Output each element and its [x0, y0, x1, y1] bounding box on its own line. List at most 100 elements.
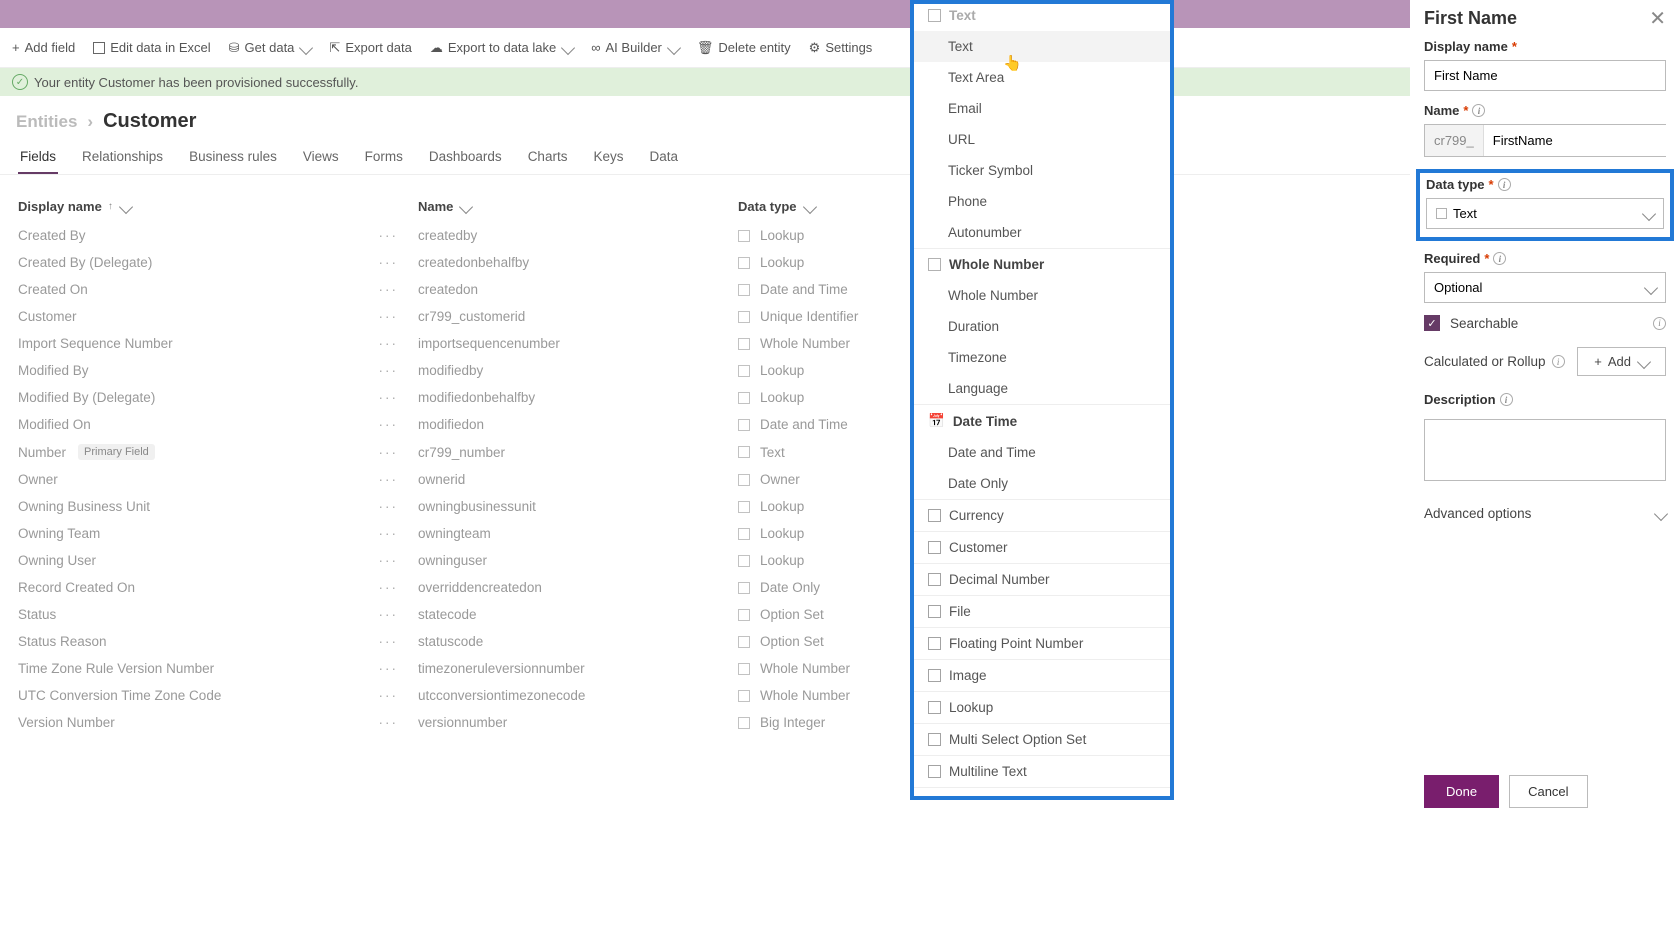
display-name-input[interactable]: [1424, 60, 1666, 91]
type-icon: [738, 663, 750, 675]
type-icon: [738, 528, 750, 540]
row-menu-icon[interactable]: ···: [379, 472, 399, 487]
settings-button[interactable]: ⚙Settings: [809, 40, 873, 56]
ai-builder-button[interactable]: ∞AI Builder: [591, 40, 679, 55]
type-icon: [738, 636, 750, 648]
tab-keys[interactable]: Keys: [591, 141, 625, 174]
dropdown-option-text-area[interactable]: Text Area: [914, 62, 1170, 93]
row-menu-icon[interactable]: ···: [379, 526, 399, 541]
tab-forms[interactable]: Forms: [363, 141, 405, 174]
export-lake-button[interactable]: ☁Export to data lake: [430, 40, 573, 56]
dropdown-option-whole-number[interactable]: Whole Number: [914, 280, 1170, 311]
row-menu-icon[interactable]: ···: [379, 228, 399, 243]
tab-data[interactable]: Data: [647, 141, 680, 174]
row-menu-icon[interactable]: ···: [379, 607, 399, 622]
row-menu-icon[interactable]: ···: [379, 309, 399, 324]
dropdown-option-decimal-number[interactable]: Decimal Number: [914, 563, 1170, 595]
tab-business-rules[interactable]: Business rules: [187, 141, 279, 174]
add-field-button[interactable]: +Add field: [12, 40, 75, 55]
delete-entity-button[interactable]: 🗑Delete entity: [697, 40, 791, 56]
row-menu-icon[interactable]: ···: [379, 553, 399, 568]
row-menu-icon[interactable]: ···: [379, 580, 399, 595]
tab-dashboards[interactable]: Dashboards: [427, 141, 504, 174]
type-icon: [738, 338, 750, 350]
row-menu-icon[interactable]: ···: [379, 417, 399, 432]
tab-relationships[interactable]: Relationships: [80, 141, 165, 174]
type-icon: [928, 637, 941, 650]
dropdown-option-option-set[interactable]: Option Set: [914, 787, 1170, 800]
info-icon[interactable]: i: [1500, 393, 1513, 406]
type-icon: [738, 690, 750, 702]
row-menu-icon[interactable]: ···: [379, 363, 399, 378]
row-menu-icon[interactable]: ···: [379, 499, 399, 514]
datatype-highlight: Data type*i Text: [1416, 169, 1674, 241]
field-properties-panel: First Name ✕ Display name* Name*i cr799_…: [1410, 0, 1680, 820]
done-button[interactable]: Done: [1424, 775, 1499, 808]
tab-views[interactable]: Views: [301, 141, 341, 174]
info-icon[interactable]: i: [1472, 104, 1485, 117]
column-header-display[interactable]: Display name↑: [18, 199, 418, 214]
dropdown-option-multiline-text[interactable]: Multiline Text: [914, 755, 1170, 787]
info-icon[interactable]: i: [1552, 355, 1565, 368]
type-icon: [738, 446, 750, 458]
required-select[interactable]: Optional: [1424, 272, 1666, 303]
row-menu-icon[interactable]: ···: [379, 390, 399, 405]
dropdown-option-date-and-time[interactable]: Date and Time: [914, 437, 1170, 468]
chevron-down-icon: [1654, 506, 1668, 520]
cancel-button[interactable]: Cancel: [1509, 775, 1587, 808]
row-menu-icon[interactable]: ···: [379, 661, 399, 676]
add-button[interactable]: +Add: [1577, 347, 1666, 376]
column-header-name[interactable]: Name: [418, 199, 738, 214]
dropdown-option-currency[interactable]: Currency: [914, 499, 1170, 531]
advanced-options-toggle[interactable]: Advanced options: [1424, 506, 1666, 521]
chevron-down-icon: [119, 199, 133, 213]
dropdown-option-language[interactable]: Language: [914, 373, 1170, 404]
dropdown-option-customer[interactable]: Customer: [914, 531, 1170, 563]
dropdown-option-multi-select-option-set[interactable]: Multi Select Option Set: [914, 723, 1170, 755]
datatype-select[interactable]: Text: [1426, 198, 1664, 229]
row-menu-icon[interactable]: ···: [379, 445, 399, 460]
dropdown-option-timezone[interactable]: Timezone: [914, 342, 1170, 373]
info-icon[interactable]: i: [1653, 317, 1666, 330]
row-menu-icon[interactable]: ···: [379, 715, 399, 730]
name-input[interactable]: [1484, 125, 1678, 156]
row-menu-icon[interactable]: ···: [379, 255, 399, 270]
row-menu-icon[interactable]: ···: [379, 688, 399, 703]
edit-excel-button[interactable]: Edit data in Excel: [93, 40, 210, 55]
description-textarea[interactable]: [1424, 419, 1666, 481]
column-header-type[interactable]: Data type: [738, 199, 815, 214]
searchable-checkbox[interactable]: ✓: [1424, 315, 1440, 331]
get-data-button[interactable]: ⛁Get data: [229, 40, 312, 56]
row-menu-icon[interactable]: ···: [379, 336, 399, 351]
datatype-dropdown[interactable]: Text TextText AreaEmailURLTicker SymbolP…: [910, 0, 1174, 800]
chevron-down-icon: [1642, 206, 1656, 220]
dropdown-option-email[interactable]: Email: [914, 93, 1170, 124]
dropdown-option-url[interactable]: URL: [914, 124, 1170, 155]
info-icon[interactable]: i: [1498, 178, 1511, 191]
dropdown-option-ticker-symbol[interactable]: Ticker Symbol: [914, 155, 1170, 186]
dropdown-option-duration[interactable]: Duration: [914, 311, 1170, 342]
close-icon[interactable]: ✕: [1649, 6, 1666, 31]
dropdown-option-lookup[interactable]: Lookup: [914, 691, 1170, 723]
dropdown-option-autonumber[interactable]: Autonumber: [914, 217, 1170, 248]
chevron-down-icon: [1637, 354, 1651, 368]
breadcrumb-current: Customer: [103, 110, 196, 133]
row-menu-icon[interactable]: ···: [379, 634, 399, 649]
dropdown-option-floating-point-number[interactable]: Floating Point Number: [914, 627, 1170, 659]
trash-icon: 🗑: [697, 40, 714, 56]
dropdown-option-file[interactable]: File: [914, 595, 1170, 627]
dropdown-option-date-only[interactable]: Date Only: [914, 468, 1170, 499]
dropdown-option-phone[interactable]: Phone: [914, 186, 1170, 217]
dropdown-option-text[interactable]: Text: [914, 31, 1170, 62]
type-icon: [738, 284, 750, 296]
export-data-button[interactable]: ⇱Export data: [329, 40, 411, 56]
type-icon: [928, 573, 941, 586]
tab-charts[interactable]: Charts: [526, 141, 570, 174]
type-icon: [738, 419, 750, 431]
tab-fields[interactable]: Fields: [18, 141, 58, 174]
row-menu-icon[interactable]: ···: [379, 282, 399, 297]
breadcrumb-parent[interactable]: Entities: [16, 112, 77, 132]
type-icon: [738, 501, 750, 513]
dropdown-option-image[interactable]: Image: [914, 659, 1170, 691]
info-icon[interactable]: i: [1493, 252, 1506, 265]
